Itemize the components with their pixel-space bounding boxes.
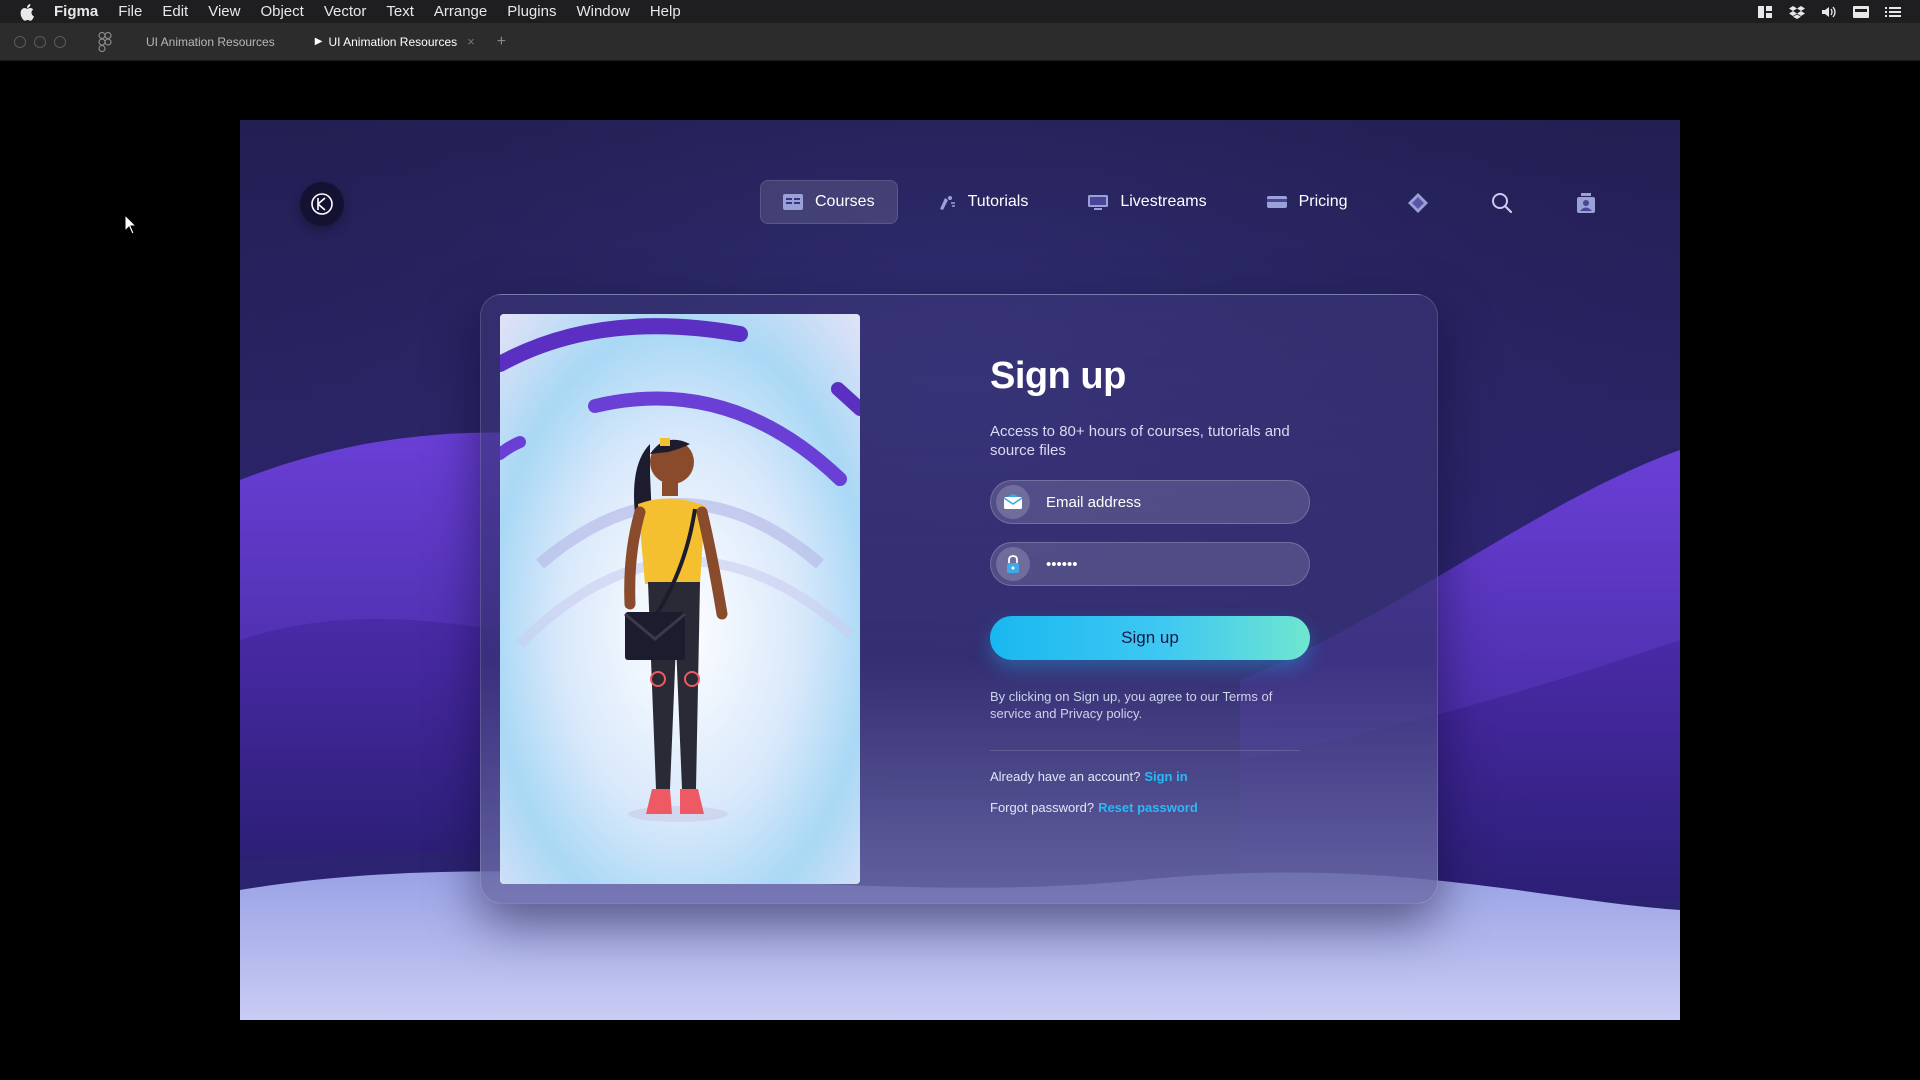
menu-edit[interactable]: Edit <box>162 3 188 20</box>
signup-button[interactable]: Sign up <box>990 616 1310 660</box>
menu-object[interactable]: Object <box>260 3 303 20</box>
figma-logo-icon[interactable] <box>98 31 112 52</box>
add-tab-button[interactable]: + <box>497 33 506 51</box>
minimize-window-button[interactable] <box>34 35 46 48</box>
nav-label: Pricing <box>1298 193 1348 210</box>
nav-item-pricing[interactable]: Pricing <box>1245 180 1370 224</box>
prototype-frame: Courses Tutorials Livestreams Pricing Si… <box>240 120 1680 1020</box>
tutorials-icon <box>939 196 955 210</box>
mouse-cursor-icon <box>124 214 138 235</box>
search-icon[interactable] <box>1491 192 1513 214</box>
menu-vector[interactable]: Vector <box>324 3 367 20</box>
tab-prototype-active[interactable]: ▶ UI Animation Resources × <box>315 34 475 49</box>
envelope-icon <box>996 485 1030 519</box>
close-tab-icon[interactable]: × <box>467 34 475 49</box>
pricing-icon <box>1266 196 1287 208</box>
dropbox-icon[interactable] <box>1788 5 1806 19</box>
play-icon: ▶ <box>314 36 323 47</box>
figma-tab-bar: UI Animation Resources ▶ UI Animation Re… <box>0 23 1920 61</box>
tab-file-browser[interactable]: UI Animation Resources <box>146 35 275 49</box>
menu-arrange[interactable]: Arrange <box>434 3 487 20</box>
lock-icon <box>996 547 1030 581</box>
close-window-button[interactable] <box>14 35 26 48</box>
sign-in-link[interactable]: Sign in <box>1144 769 1187 784</box>
menu-app-figma[interactable]: Figma <box>54 3 98 20</box>
have-account-text: Already have an account? <box>990 769 1141 784</box>
menu-file[interactable]: File <box>118 3 142 20</box>
reset-password-prompt: Forgot password? Reset password <box>990 800 1320 815</box>
flag-icon[interactable] <box>1852 5 1870 19</box>
tab-label: UI Animation Resources <box>328 34 458 49</box>
legal-text: By clicking on Sign up, you agree to our… <box>990 689 1273 721</box>
nav-item-tutorials[interactable]: Tutorials <box>914 180 1051 224</box>
site-nav: Courses Tutorials Livestreams Pricing <box>760 180 1386 224</box>
signup-title: Sign up <box>990 355 1126 397</box>
menu-view[interactable]: View <box>208 3 240 20</box>
list-icon[interactable] <box>1884 5 1902 19</box>
nav-label: Courses <box>815 193 875 210</box>
layout-icon[interactable] <box>1756 5 1774 19</box>
signup-form: Sign up Access to 80+ hours of courses, … <box>990 355 1320 815</box>
signup-card: Sign up Access to 80+ hours of courses, … <box>480 294 1438 904</box>
account-icon[interactable] <box>1575 192 1597 214</box>
window-controls <box>14 35 66 48</box>
menu-help[interactable]: Help <box>650 3 681 20</box>
sign-in-prompt: Already have an account? Sign in <box>990 769 1320 784</box>
menubar-tray <box>1756 0 1902 23</box>
woman-with-bag-illustration <box>500 314 860 884</box>
email-field[interactable] <box>990 480 1310 524</box>
email-input[interactable] <box>1046 493 1286 511</box>
menu-text[interactable]: Text <box>386 3 414 20</box>
tab-label: UI Animation Resources <box>146 34 275 49</box>
zoom-window-button[interactable] <box>54 35 66 48</box>
nav-label: Tutorials <box>967 193 1029 210</box>
nav-item-livestreams[interactable]: Livestreams <box>1066 180 1228 224</box>
macos-menu-bar: Figma File Edit View Object Vector Text … <box>0 0 1920 23</box>
signup-illustration <box>500 314 860 884</box>
nav-item-courses[interactable]: Courses <box>760 180 898 224</box>
menu-window[interactable]: Window <box>576 3 629 20</box>
divider <box>990 750 1300 751</box>
nav-label: Livestreams <box>1120 193 1207 210</box>
logo-icon <box>311 193 333 215</box>
site-logo[interactable] <box>300 182 344 226</box>
password-field[interactable] <box>990 542 1310 586</box>
signup-subtitle: Access to 80+ hours of courses, tutorial… <box>990 423 1290 459</box>
apple-icon[interactable] <box>18 2 38 22</box>
menu-plugins[interactable]: Plugins <box>507 3 556 20</box>
volume-icon[interactable] <box>1820 5 1838 19</box>
courses-icon <box>783 194 803 210</box>
password-input[interactable] <box>1046 555 1286 573</box>
livestreams-icon <box>1088 195 1109 210</box>
forgot-password-text: Forgot password? <box>990 800 1095 815</box>
diamond-icon[interactable] <box>1407 192 1429 214</box>
reset-password-link[interactable]: Reset password <box>1098 800 1198 815</box>
